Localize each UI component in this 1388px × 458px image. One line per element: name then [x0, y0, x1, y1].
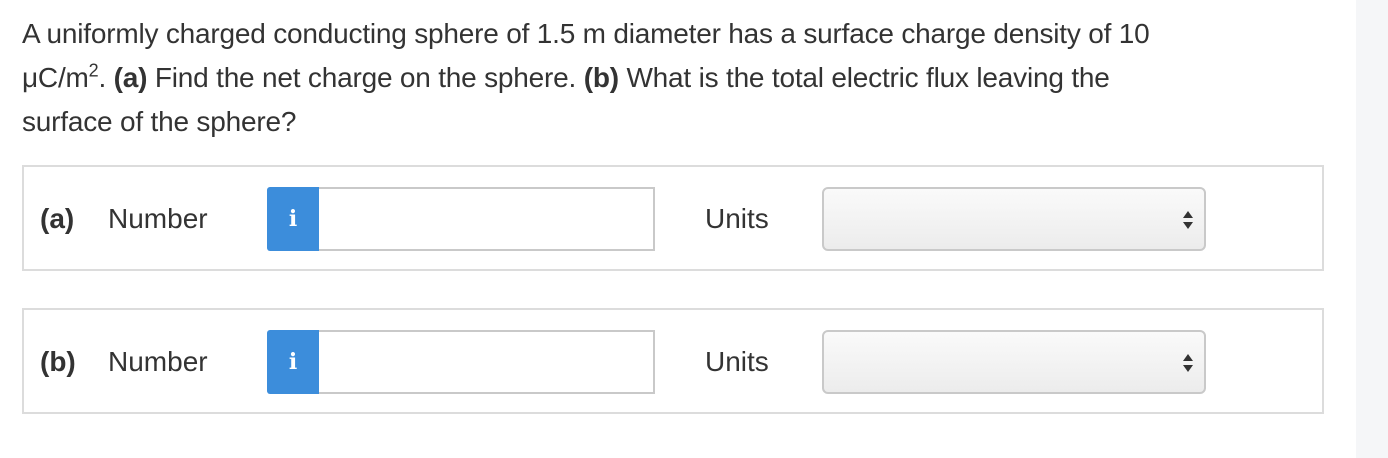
question-part-a-tag: (a) [113, 62, 148, 93]
units-select-b[interactable] [822, 330, 1206, 394]
info-icon: i [288, 206, 298, 232]
info-button-a[interactable]: i [267, 187, 319, 251]
number-input-b[interactable] [319, 330, 655, 394]
info-icon: i [288, 349, 298, 375]
question-after-unit: . [98, 62, 114, 93]
units-select-a[interactable] [822, 187, 1206, 251]
question-unit: μC/m [22, 62, 89, 93]
question-part-b-tag: (b) [583, 62, 619, 93]
number-input-a[interactable] [319, 187, 655, 251]
part-label-a: (a) [40, 203, 75, 234]
question-text: A uniformly charged conducting sphere of… [22, 12, 1312, 144]
question-part-a-text: Find the net charge on the sphere. [147, 62, 584, 93]
scrollbar-track[interactable] [1356, 0, 1388, 458]
up-down-arrows-icon [1183, 211, 1193, 229]
answer-row-a: (a) Number i Units [22, 165, 1324, 271]
answer-row-b: (b) Number i Units [22, 308, 1324, 414]
number-label-b: Number [108, 346, 208, 377]
question-unit-exponent: 2 [88, 60, 99, 81]
units-label-a: Units [705, 203, 769, 234]
number-label-a: Number [108, 203, 208, 234]
question-line-3: surface of the sphere? [22, 106, 297, 137]
info-button-b[interactable]: i [267, 330, 319, 394]
up-down-arrows-icon [1183, 354, 1193, 372]
units-label-b: Units [705, 346, 769, 377]
question-part-b-text: What is the total electric flux leaving … [618, 62, 1110, 93]
part-label-b: (b) [40, 346, 76, 377]
question-line-1: A uniformly charged conducting sphere of… [22, 18, 1150, 49]
